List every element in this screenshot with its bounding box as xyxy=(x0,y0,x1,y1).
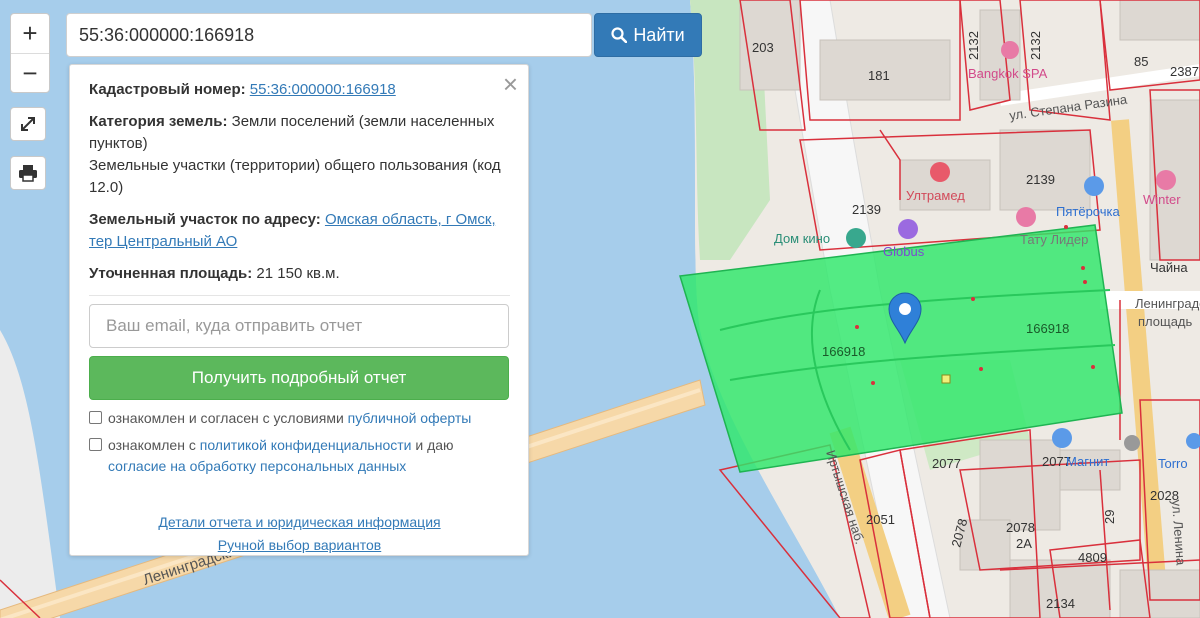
poi-beauty-icon xyxy=(1016,207,1036,227)
privacy-consent-checkbox[interactable] xyxy=(89,438,102,451)
poi-medical-icon xyxy=(930,162,950,182)
lot-label: 85 xyxy=(1134,54,1148,69)
poi-label: Чайна xyxy=(1150,260,1188,275)
poi-label: Winter xyxy=(1143,192,1181,207)
category-label: Категория земель: xyxy=(89,113,228,130)
poi-hotel-icon xyxy=(898,219,918,239)
land-category-row: Категория земель: Земли поселений (земли… xyxy=(89,111,510,199)
lot-label: 2134 xyxy=(1046,596,1075,611)
zoom-in-button[interactable]: + xyxy=(11,14,49,53)
divider xyxy=(89,295,510,296)
poi-label: Тату Лидер xyxy=(1020,232,1088,247)
zoom-control: + − xyxy=(10,13,50,93)
area-row: Уточненная площадь: 21 150 кв.м. xyxy=(89,263,510,285)
poi-cinema-icon xyxy=(846,228,866,248)
lot-label: 181 xyxy=(868,68,890,83)
address-label: Земельный участок по адресу: xyxy=(89,211,321,228)
area-label: Уточненная площадь: xyxy=(89,265,253,282)
category-value-secondary: Земельные участки (территории) общего по… xyxy=(89,157,501,196)
poi-shop2-icon xyxy=(1052,428,1072,448)
lot-label: 203 xyxy=(752,40,774,55)
lot-label: 29 xyxy=(1102,510,1117,524)
offer-consent-row: ознакомлен и согласен с условиями публич… xyxy=(89,408,510,429)
cadastral-search-input[interactable] xyxy=(66,13,592,57)
search-button[interactable]: Найти xyxy=(594,13,702,57)
parcel-label: 166918 xyxy=(1026,321,1069,336)
expand-icon xyxy=(21,117,35,131)
address-row: Земельный участок по адресу: Омская обла… xyxy=(89,209,510,253)
lot-label: 2А xyxy=(1016,536,1032,551)
poi-label: Torro xyxy=(1158,456,1188,471)
public-offer-link[interactable]: публичной оферты xyxy=(348,410,472,426)
poi-label: Globus xyxy=(883,244,925,259)
poi-label: Дом кино xyxy=(774,231,830,246)
privacy-consent-label: ознакомлен с xyxy=(108,437,196,453)
street-label: Ленинградская xyxy=(1135,296,1200,311)
lot-label: 2077 xyxy=(932,456,961,471)
personal-data-consent-link[interactable]: согласие на обработку персональных данны… xyxy=(108,458,406,474)
cadastral-number-row: Кадастровый номер: 55:36:000000:166918 xyxy=(89,79,510,101)
cadastral-label: Кадастровый номер: xyxy=(89,81,246,98)
email-field[interactable] xyxy=(89,304,509,348)
lot-label: 2132 xyxy=(966,31,981,60)
panel-footer-links: Детали отчета и юридическая информация Р… xyxy=(89,511,510,557)
lot-label: 2078 xyxy=(1006,520,1035,535)
lot-label: 2139 xyxy=(1026,172,1055,187)
offer-consent-text: ознакомлен и согласен с условиями публич… xyxy=(108,408,471,429)
fullscreen-button[interactable] xyxy=(10,107,46,141)
printer-icon xyxy=(19,165,37,182)
get-report-button[interactable]: Получить подробный отчет xyxy=(89,356,509,400)
print-button[interactable] xyxy=(10,156,46,190)
zoom-out-button[interactable]: − xyxy=(11,53,49,93)
poi-spa-icon xyxy=(1001,41,1019,59)
lot-label: 4809 xyxy=(1078,550,1107,565)
lot-label: 2132 xyxy=(1028,31,1043,60)
privacy-policy-link[interactable]: политикой конфиденциальности xyxy=(200,437,412,453)
offer-consent-checkbox[interactable] xyxy=(89,411,102,424)
search-icon xyxy=(611,27,628,43)
lot-label: 2051 xyxy=(866,512,895,527)
parcel-label: 166918 xyxy=(822,344,865,359)
search-button-label: Найти xyxy=(633,24,685,45)
poi-label: Ултрамед xyxy=(906,188,965,203)
area-value: 21 150 кв.м. xyxy=(256,265,340,282)
close-icon[interactable]: × xyxy=(503,71,518,97)
poi-label: Магнит xyxy=(1066,454,1109,469)
privacy-consent-row: ознакомлен с политикой конфиденциальност… xyxy=(89,435,510,477)
lot-label: 2139 xyxy=(852,202,881,217)
poi-label: Bangkok SPA xyxy=(968,66,1048,81)
poi-shop-icon xyxy=(1084,176,1104,196)
poi-label: Пятёрочка xyxy=(1056,204,1120,219)
report-details-link[interactable]: Детали отчета и юридическая информация xyxy=(158,511,440,534)
offer-consent-label: ознакомлен и согласен с условиями xyxy=(108,410,344,426)
privacy-consent-label-2: и даю xyxy=(415,437,454,453)
parcel-info-panel: × Кадастровый номер: 55:36:000000:166918… xyxy=(69,64,529,556)
street-label: площадь xyxy=(1138,314,1193,329)
manual-selection-link[interactable]: Ручной выбор вариантов xyxy=(218,534,382,557)
lot-label: 2387 xyxy=(1170,64,1199,79)
poi-misc-icon xyxy=(1124,435,1140,451)
cadastral-number-link[interactable]: 55:36:000000:166918 xyxy=(250,81,396,98)
poi-beauty2-icon xyxy=(1156,170,1176,190)
privacy-consent-text: ознакомлен с политикой конфиденциальност… xyxy=(108,435,454,477)
